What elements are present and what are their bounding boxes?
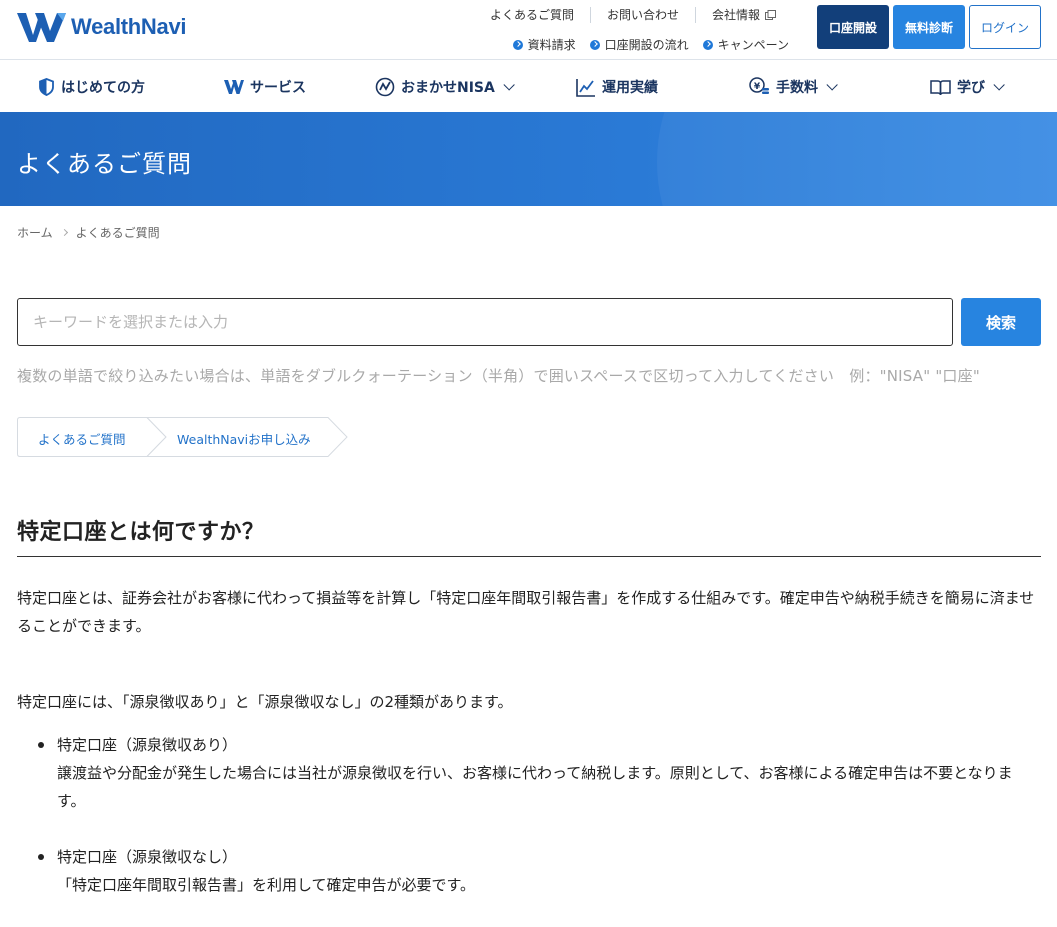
search-input[interactable] — [17, 298, 953, 346]
nisa-icon — [375, 77, 395, 97]
nav-item-label: 手数料 — [776, 80, 818, 96]
chevron-down-icon — [993, 79, 1005, 91]
utility-links: よくあるご質問 お問い合わせ 会社情報 — [474, 7, 792, 23]
nav-item-label: 学び — [957, 80, 985, 96]
brand-name: WealthNavi — [71, 14, 187, 39]
list-item: 特定口座（源泉徴収あり） 譲渡益や分配金が発生した場合には当社が源泉徴収を行い、… — [17, 731, 1041, 815]
breadcrumb: ホーム よくあるご質問 — [17, 224, 160, 241]
nav-item-learn[interactable]: 学び — [930, 77, 1005, 97]
wealthnavi-w-logo-icon — [17, 13, 66, 42]
search-button[interactable]: 検索 — [961, 298, 1041, 346]
answer-paragraph-1: 特定口座とは、証券会社がお客様に代わって損益等を計算し「特定口座年間取引報告書」… — [17, 589, 1035, 635]
util-link-contact[interactable]: お問い合わせ — [589, 7, 695, 23]
chevron-down-icon — [826, 79, 838, 91]
answer-paragraph-2: 特定口座には、「源泉徴収あり」と「源泉徴収なし」の2種類があります。 — [17, 693, 513, 711]
page-title: よくあるご質問 — [17, 150, 192, 178]
list-item-heading: 特定口座（源泉徴収なし） — [57, 848, 238, 866]
page-hero: よくあるご質問 — [0, 112, 1057, 206]
arrow-circle-icon — [702, 39, 713, 50]
login-button[interactable]: ログイン — [969, 5, 1041, 49]
svg-text:¥: ¥ — [754, 82, 761, 92]
sub-link-label: 口座開設の流れ — [604, 38, 689, 52]
nav-item-service[interactable]: サービス — [224, 77, 306, 97]
external-link-icon — [765, 10, 776, 20]
free-diagnosis-button[interactable]: 無料診断 — [893, 5, 965, 49]
list-item: 特定口座（源泉徴収なし） 「特定口座年間取引報告書」を利用して確定申告が必要です… — [17, 843, 1041, 899]
title-divider — [17, 556, 1041, 557]
util-link-company[interactable]: 会社情報 — [694, 7, 792, 23]
sub-link-label: 資料請求 — [527, 38, 576, 52]
chevron-down-icon — [503, 79, 515, 91]
list-item-body: 譲渡益や分配金が発生した場合には当社が源泉徴収を行い、お客様に代わって納税します… — [57, 764, 1013, 810]
nav-item-beginners[interactable]: はじめての方 — [38, 77, 145, 97]
wealthnavi-logo[interactable]: WealthNavi — [17, 11, 186, 43]
arrow-circle-icon — [512, 39, 523, 50]
account-type-list: 特定口座（源泉徴収あり） 譲渡益や分配金が発生した場合には当社が源泉徴収を行い、… — [17, 731, 1041, 927]
arrow-circle-icon — [589, 39, 600, 50]
nav-item-performance[interactable]: 運用実績 — [576, 77, 658, 97]
nav-item-label: はじめての方 — [61, 80, 145, 96]
sub-link-campaign[interactable]: キャンペーン — [702, 36, 789, 53]
util-link-company-label: 会社情報 — [711, 8, 760, 22]
sub-link-account-flow[interactable]: 口座開設の流れ — [589, 36, 689, 53]
list-item-heading: 特定口座（源泉徴収あり） — [57, 736, 238, 754]
nav-item-label: 運用実績 — [602, 80, 658, 96]
util-link-faq[interactable]: よくあるご質問 — [474, 7, 590, 23]
chevron-right-icon — [60, 228, 68, 237]
breadcrumb-current: よくあるご質問 — [75, 226, 160, 240]
nav-item-fees[interactable]: ¥ 手数料 — [749, 77, 838, 97]
global-nav: はじめての方 サービス おまかせNISA 運用実績 ¥ 手数料 学び — [0, 61, 1057, 112]
yen-coin-icon: ¥ — [749, 77, 769, 94]
w-logo-icon — [224, 80, 244, 94]
nav-item-label: サービス — [250, 80, 306, 96]
site-header: WealthNavi よくあるご質問 お問い合わせ 会社情報 資料請求 口座開設… — [0, 0, 1057, 60]
sub-link-brochure[interactable]: 資料請求 — [512, 36, 576, 53]
book-icon — [930, 79, 951, 95]
breadcrumb-home[interactable]: ホーム — [17, 224, 53, 241]
chart-icon — [576, 78, 595, 97]
sub-links: 資料請求 口座開設の流れ キャンペーン — [499, 36, 789, 53]
search-hint: 複数の単語で絞り込みたい場合は、単語をダブルクォーテーション（半角）で囲いスペー… — [17, 367, 980, 385]
sub-link-label: キャンペーン — [717, 38, 789, 52]
list-item-body: 「特定口座年間取引報告書」を利用して確定申告が必要です。 — [57, 876, 476, 894]
category-chip-application[interactable]: WealthNaviお申し込み — [177, 429, 311, 448]
nav-item-nisa[interactable]: おまかせNISA — [375, 77, 515, 97]
shield-icon — [39, 78, 54, 96]
nav-item-label: おまかせNISA — [401, 80, 495, 96]
category-chip-faq[interactable]: よくあるご質問 — [38, 429, 126, 448]
question-title: 特定口座とは何ですか？ — [17, 520, 265, 545]
open-account-button[interactable]: 口座開設 — [817, 5, 889, 49]
